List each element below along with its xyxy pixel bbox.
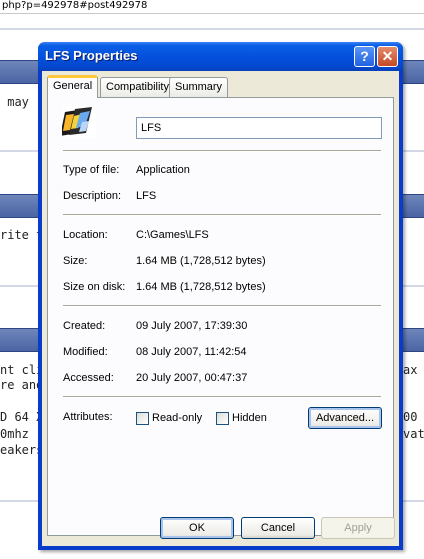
modified-label: Modified: bbox=[63, 346, 108, 358]
description-label: Description: bbox=[63, 190, 122, 202]
forum-post-text: eakers bbox=[0, 443, 44, 457]
created-label: Created: bbox=[63, 320, 106, 332]
general-tab-panel: LFS Type of file: Application Descriptio… bbox=[47, 97, 394, 536]
advanced-button[interactable]: Advanced... bbox=[308, 407, 382, 429]
size-on-disk-label: Size on disk: bbox=[63, 281, 126, 293]
type-value: Application bbox=[136, 164, 190, 176]
help-button[interactable]: ? bbox=[354, 46, 375, 67]
modified-value: 08 July 2007, 11:42:54 bbox=[136, 346, 247, 358]
title-bar[interactable]: LFS Properties ? ✕ bbox=[38, 42, 403, 71]
type-label: Type of file: bbox=[63, 164, 120, 176]
separator bbox=[63, 305, 381, 307]
created-value: 09 July 2007, 17:39:30 bbox=[136, 320, 248, 332]
apply-button[interactable]: Apply bbox=[321, 517, 395, 539]
browser-url-fragment: php?p=492978#post492978 bbox=[0, 0, 424, 14]
file-name-field[interactable]: LFS bbox=[136, 117, 382, 139]
forum-post-text: may bbox=[0, 95, 29, 109]
readonly-checkbox[interactable] bbox=[136, 412, 149, 425]
forum-post-text: 0mhz r bbox=[0, 427, 44, 441]
hidden-checkbox[interactable] bbox=[216, 412, 229, 425]
forum-post-text: 00 bbox=[403, 410, 424, 424]
forum-post-text: D 64 X bbox=[0, 410, 44, 424]
cancel-button[interactable]: Cancel bbox=[241, 517, 315, 539]
location-value: C:\Games\LFS bbox=[136, 229, 209, 241]
accessed-label: Accessed: bbox=[63, 372, 114, 384]
readonly-label[interactable]: Read-only bbox=[152, 412, 202, 425]
help-icon: ? bbox=[360, 48, 369, 64]
close-icon: ✕ bbox=[381, 48, 394, 64]
size-value: 1.64 MB (1,728,512 bytes) bbox=[136, 255, 266, 267]
description-value: LFS bbox=[136, 190, 157, 202]
separator bbox=[63, 214, 381, 216]
forum-post-text: ax t bbox=[403, 363, 418, 377]
size-label: Size: bbox=[63, 255, 88, 267]
application-icon bbox=[62, 106, 96, 138]
forum-post-text: vat bbox=[403, 427, 424, 441]
separator bbox=[63, 150, 381, 152]
accessed-value: 20 July 2007, 00:47:37 bbox=[136, 372, 248, 384]
dialog-body: General Compatibility Summary LFS Type o… bbox=[42, 71, 399, 546]
window-title: LFS Properties bbox=[45, 48, 138, 63]
tab-general[interactable]: General bbox=[47, 75, 99, 98]
size-on-disk-value: 1.64 MB (1,728,512 bytes) bbox=[136, 281, 266, 293]
ok-button[interactable]: OK bbox=[160, 517, 234, 539]
properties-dialog: LFS Properties ? ✕ General Compatibility… bbox=[38, 42, 403, 550]
close-button[interactable]: ✕ bbox=[377, 46, 398, 67]
forum-post-text: re and bbox=[0, 378, 44, 392]
attributes-label: Attributes: bbox=[63, 411, 113, 423]
tab-compatibility[interactable]: Compatibility bbox=[100, 77, 175, 97]
tab-summary[interactable]: Summary bbox=[169, 77, 229, 97]
location-label: Location: bbox=[63, 229, 108, 241]
forum-divider bbox=[0, 28, 424, 30]
separator bbox=[63, 396, 381, 398]
hidden-label[interactable]: Hidden bbox=[232, 412, 267, 425]
